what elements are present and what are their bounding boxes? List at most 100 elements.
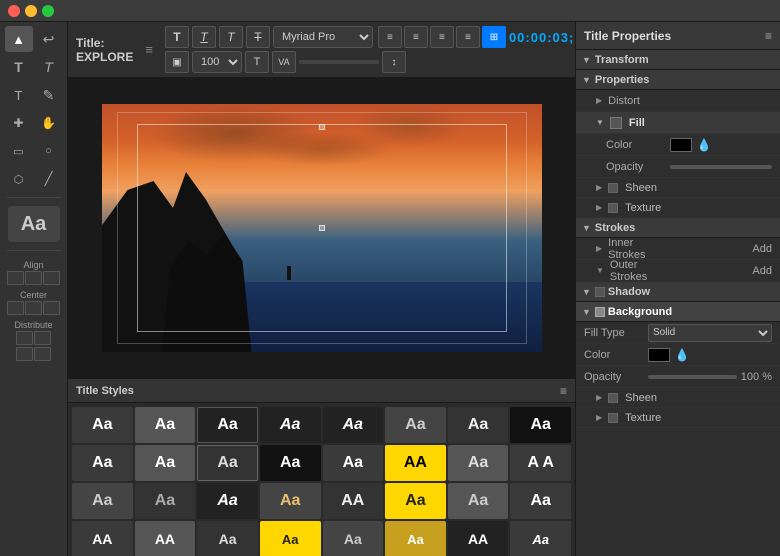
font-style-btn-3[interactable]: T <box>219 26 243 48</box>
fill-checkbox[interactable] <box>610 117 622 129</box>
align-center-btn[interactable] <box>25 271 42 285</box>
rect-tool[interactable]: ▭ <box>5 138 33 164</box>
align-middle-btn[interactable] <box>25 301 42 315</box>
style-cell-15[interactable]: Aa <box>448 445 509 481</box>
style-cell-14[interactable]: AA <box>385 445 446 481</box>
hand-tool[interactable]: ✋ <box>35 110 63 136</box>
style-cell-29[interactable]: Aa <box>323 521 384 556</box>
style-cell-21[interactable]: AA <box>323 483 384 519</box>
properties-section[interactable]: ▼ Properties <box>576 70 780 90</box>
bg-opacity-slider[interactable] <box>648 375 737 379</box>
distribute-horiz-btn[interactable] <box>16 331 33 345</box>
select-tool[interactable]: ▲ <box>5 26 33 52</box>
align-top-btn[interactable] <box>7 301 24 315</box>
style-cell-26[interactable]: AA <box>135 521 196 556</box>
center-handle[interactable] <box>319 225 325 231</box>
move-tool[interactable]: ✚ <box>5 110 33 136</box>
style-cell-20[interactable]: Aa <box>260 483 321 519</box>
media-btn[interactable]: ▣ <box>165 51 189 73</box>
panel-menu-icon[interactable]: ≡ <box>765 29 772 43</box>
leading-btn[interactable]: ↕ <box>382 51 406 73</box>
style-cell-7[interactable]: Aa <box>448 407 509 443</box>
style-cell-1[interactable]: Aa <box>72 407 133 443</box>
transform-section[interactable]: ▼ Transform <box>576 50 780 70</box>
sheen-checkbox[interactable] <box>608 183 618 193</box>
font-style-btn-4[interactable]: T <box>246 26 270 48</box>
minimize-button[interactable] <box>25 5 37 17</box>
title-menu-icon[interactable]: ≡ <box>145 42 153 57</box>
align-left-btn[interactable] <box>7 271 24 285</box>
size-select[interactable]: 100 <box>192 51 242 73</box>
align-right-btn[interactable] <box>43 271 60 285</box>
align-right-text[interactable]: ≡ <box>430 26 454 48</box>
title-style-btn[interactable]: Aa <box>8 206 60 242</box>
bg-sheen-checkbox[interactable] <box>608 393 618 403</box>
style-cell-18[interactable]: Aa <box>135 483 196 519</box>
kern-btn[interactable]: VA <box>272 51 296 73</box>
align-bottom-btn[interactable] <box>43 301 60 315</box>
style-cell-4[interactable]: Aa <box>260 407 321 443</box>
background-checkbox[interactable] <box>595 307 605 317</box>
style-cell-3[interactable]: Aa <box>197 407 258 443</box>
color-swatch[interactable] <box>670 138 692 152</box>
add-inner-stroke-btn[interactable]: Add <box>752 243 772 255</box>
text-type-btn[interactable]: T <box>245 51 269 73</box>
shadow-checkbox[interactable] <box>595 287 605 297</box>
style-cell-2[interactable]: Aa <box>135 407 196 443</box>
undo-tool[interactable]: ↩ <box>35 26 63 52</box>
align-left-text[interactable]: ≡ <box>378 26 402 48</box>
distribute-btn-4[interactable] <box>34 347 51 361</box>
distribute-vert-btn[interactable] <box>34 331 51 345</box>
tracking-slider[interactable] <box>299 60 379 64</box>
italic-type-tool[interactable]: T <box>35 54 63 80</box>
opacity-slider[interactable] <box>670 165 772 169</box>
font-style-btn-1[interactable]: T <box>165 26 189 48</box>
bg-texture-row[interactable]: ▶ Texture <box>576 408 780 428</box>
vertical-type-tool[interactable]: T <box>5 82 33 108</box>
title-styles-menu-icon[interactable]: ≡ <box>560 384 567 398</box>
pen-tool[interactable]: ✎ <box>35 82 63 108</box>
line-tool[interactable]: ╱ <box>35 166 63 192</box>
eyedropper-btn[interactable]: 💧 <box>696 137 712 153</box>
style-cell-10[interactable]: Aa <box>135 445 196 481</box>
style-cell-24[interactable]: Aa <box>510 483 571 519</box>
font-style-btn-2[interactable]: T <box>192 26 216 48</box>
title-position-btn[interactable]: ⊞ <box>482 26 506 48</box>
style-cell-16[interactable]: A A <box>510 445 571 481</box>
sheen-row[interactable]: ▶ Sheen <box>576 178 780 198</box>
style-cell-13[interactable]: Aa <box>323 445 384 481</box>
texture-row[interactable]: ▶ Texture <box>576 198 780 218</box>
strokes-section[interactable]: ▼ Strokes <box>576 218 780 238</box>
style-cell-28[interactable]: Aa <box>260 521 321 556</box>
add-outer-stroke-btn[interactable]: Add <box>752 265 772 277</box>
bg-sheen-row[interactable]: ▶ Sheen <box>576 388 780 408</box>
shadow-section[interactable]: ▼ Shadow <box>576 282 780 302</box>
distribute-btn-3[interactable] <box>16 347 33 361</box>
style-cell-6[interactable]: Aa <box>385 407 446 443</box>
font-select[interactable]: Myriad Pro <box>273 26 373 48</box>
type-tool[interactable]: T <box>5 54 33 80</box>
style-cell-12[interactable]: Aa <box>260 445 321 481</box>
bg-color-swatch[interactable] <box>648 348 670 362</box>
style-cell-11[interactable]: Aa <box>197 445 258 481</box>
style-cell-27[interactable]: Aa <box>197 521 258 556</box>
maximize-button[interactable] <box>42 5 54 17</box>
style-cell-23[interactable]: Aa <box>448 483 509 519</box>
style-cell-8[interactable]: Aa <box>510 407 571 443</box>
fill-row[interactable]: ▼ Fill <box>576 112 780 134</box>
bg-eyedropper-btn[interactable]: 💧 <box>674 347 690 363</box>
style-cell-19[interactable]: Aa <box>197 483 258 519</box>
style-cell-17[interactable]: Aa <box>72 483 133 519</box>
polygon-tool[interactable]: ⬡ <box>5 166 33 192</box>
style-cell-9[interactable]: Aa <box>72 445 133 481</box>
align-center-text[interactable]: ≡ <box>404 26 428 48</box>
style-cell-30[interactable]: Aa <box>385 521 446 556</box>
top-handle[interactable] <box>319 124 325 130</box>
texture-checkbox[interactable] <box>608 203 618 213</box>
style-cell-25[interactable]: AA <box>72 521 133 556</box>
align-justify-text[interactable]: ≡ <box>456 26 480 48</box>
style-cell-32[interactable]: Aa <box>510 521 571 556</box>
style-cell-31[interactable]: AA <box>448 521 509 556</box>
close-button[interactable] <box>8 5 20 17</box>
style-cell-22[interactable]: Aa <box>385 483 446 519</box>
